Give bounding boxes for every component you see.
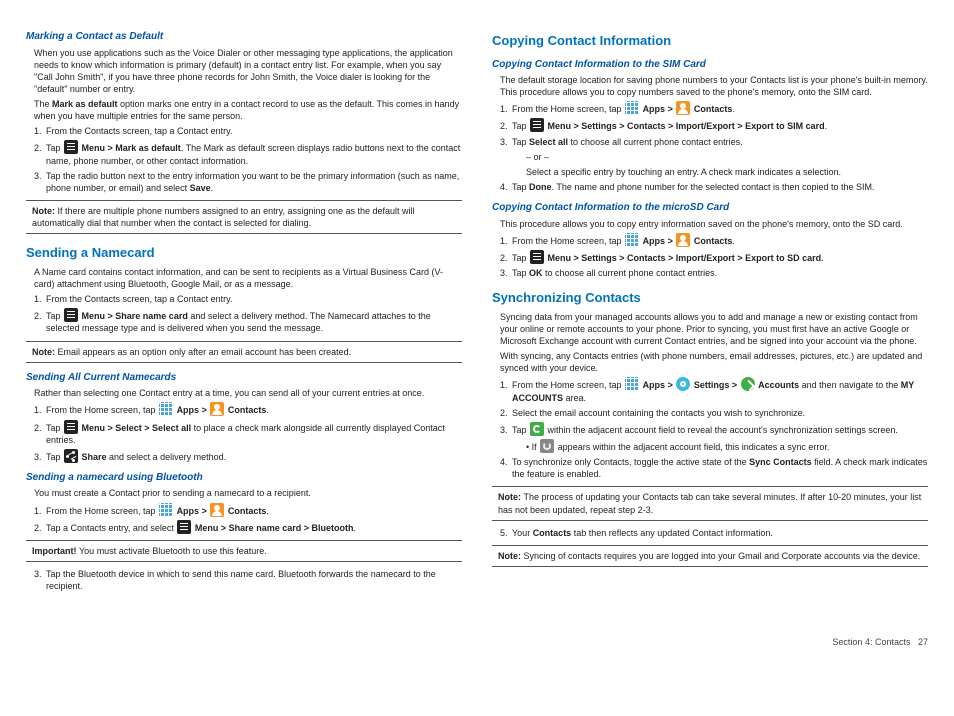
list-item: Select the email account containing the … [510, 407, 928, 419]
menu-icon [64, 308, 78, 322]
ordered-list: From the Contacts screen, tap a Contact … [44, 293, 462, 334]
body-text: You must create a Contact prior to sendi… [26, 487, 462, 499]
ordered-list: From the Home screen, tap Apps > Contact… [510, 233, 928, 279]
ordered-list: Your Contacts tab then reflects any upda… [510, 527, 928, 539]
apps-icon [625, 233, 639, 247]
alt-text: Select a specific entry by touching an e… [526, 166, 928, 178]
heading-send-all-namecards: Sending All Current Namecards [26, 371, 462, 385]
heading-send-namecard-bluetooth: Sending a namecard using Bluetooth [26, 471, 462, 485]
list-item: Tap Share and select a delivery method. [44, 449, 462, 463]
contacts-icon [676, 233, 690, 247]
heading-sync-contacts: Synchronizing Contacts [492, 289, 928, 307]
list-item: To synchronize only Contacts, toggle the… [510, 456, 928, 480]
list-item: Tap Menu > Share name card and select a … [44, 308, 462, 334]
important-box: Important! You must activate Bluetooth t… [26, 540, 462, 562]
heading-mark-default: Marking a Contact as Default [26, 30, 462, 44]
note-box: Note: Email appears as an option only af… [26, 341, 462, 363]
list-item: Tap Menu > Select > Select all to place … [44, 420, 462, 446]
page-footer: Section 4: Contacts 27 [26, 636, 928, 648]
list-item: From the Contacts screen, tap a Contact … [44, 293, 462, 305]
list-item: Tap Menu > Settings > Contacts > Import/… [510, 118, 928, 132]
menu-icon [64, 420, 78, 434]
list-item: From the Home screen, tap Apps > Setting… [510, 377, 928, 403]
menu-icon [530, 250, 544, 264]
contacts-icon [210, 402, 224, 416]
list-item: Tap the radio button next to the entry i… [44, 170, 462, 194]
list-item: Tap Menu > Settings > Contacts > Import/… [510, 250, 928, 264]
ordered-list: Tap the Bluetooth device in which to sen… [44, 568, 462, 592]
accounts-icon [741, 377, 755, 391]
sync-error-icon [540, 439, 554, 453]
footer-section: Section 4: Contacts [832, 637, 910, 647]
list-item: From the Contacts screen, tap a Contact … [44, 125, 462, 137]
menu-icon [64, 140, 78, 154]
body-text: With syncing, any Contacts entries (with… [492, 350, 928, 374]
list-item: Tap Done. The name and phone number for … [510, 181, 928, 193]
body-text: Syncing data from your managed accounts … [492, 311, 928, 347]
bullet-sub: • If appears within the adjacent account… [526, 439, 928, 453]
note-box: Note: If there are multiple phone number… [26, 200, 462, 234]
footer-page: 27 [918, 637, 928, 647]
or-divider: – or – [526, 151, 928, 163]
left-column: Marking a Contact as Default When you us… [26, 22, 462, 596]
list-item: Tap Select all to choose all current pho… [510, 136, 928, 178]
menu-icon [530, 118, 544, 132]
list-item: From the Home screen, tap Apps > Contact… [510, 101, 928, 115]
share-icon [64, 449, 78, 463]
contacts-icon [210, 503, 224, 517]
two-column-layout: Marking a Contact as Default When you us… [26, 22, 928, 596]
ordered-list: From the Home screen, tap Apps > Contact… [510, 101, 928, 193]
menu-icon [177, 520, 191, 534]
ordered-list: From the Home screen, tap Apps > Contact… [44, 503, 462, 534]
list-item: Tap OK to choose all current phone conta… [510, 267, 928, 279]
list-item: From the Home screen, tap Apps > Contact… [510, 233, 928, 247]
apps-icon [159, 503, 173, 517]
note-box: Note: The process of updating your Conta… [492, 486, 928, 520]
ordered-list: From the Home screen, tap Apps > Contact… [44, 402, 462, 463]
list-item: Tap a Contacts entry, and select Menu > … [44, 520, 462, 534]
heading-sending-namecard: Sending a Namecard [26, 244, 462, 262]
list-item: Tap within the adjacent account field to… [510, 422, 928, 453]
body-text: When you use applications such as the Vo… [26, 47, 462, 96]
right-column: Copying Contact Information Copying Cont… [492, 22, 928, 596]
sync-icon [530, 422, 544, 436]
ordered-list: From the Contacts screen, tap a Contact … [44, 125, 462, 194]
heading-copying-contact: Copying Contact Information [492, 32, 928, 50]
ordered-list: From the Home screen, tap Apps > Setting… [510, 377, 928, 480]
heading-copy-sim: Copying Contact Information to the SIM C… [492, 58, 928, 72]
note-box: Note: Syncing of contacts requires you a… [492, 545, 928, 567]
apps-icon [159, 402, 173, 416]
contacts-icon [676, 101, 690, 115]
body-text: This procedure allows you to copy entry … [492, 218, 928, 230]
body-text: A Name card contains contact information… [26, 266, 462, 290]
body-text: The default storage location for saving … [492, 74, 928, 98]
apps-icon [625, 377, 639, 391]
settings-icon [676, 377, 690, 391]
list-item: From the Home screen, tap Apps > Contact… [44, 402, 462, 416]
body-text: Rather than selecting one Contact entry … [26, 387, 462, 399]
heading-copy-microsd: Copying Contact Information to the micro… [492, 201, 928, 215]
list-item: Your Contacts tab then reflects any upda… [510, 527, 928, 539]
body-text: The Mark as default option marks one ent… [26, 98, 462, 122]
list-item: Tap Menu > Mark as default. The Mark as … [44, 140, 462, 166]
list-item: Tap the Bluetooth device in which to sen… [44, 568, 462, 592]
list-item: From the Home screen, tap Apps > Contact… [44, 503, 462, 517]
apps-icon [625, 101, 639, 115]
